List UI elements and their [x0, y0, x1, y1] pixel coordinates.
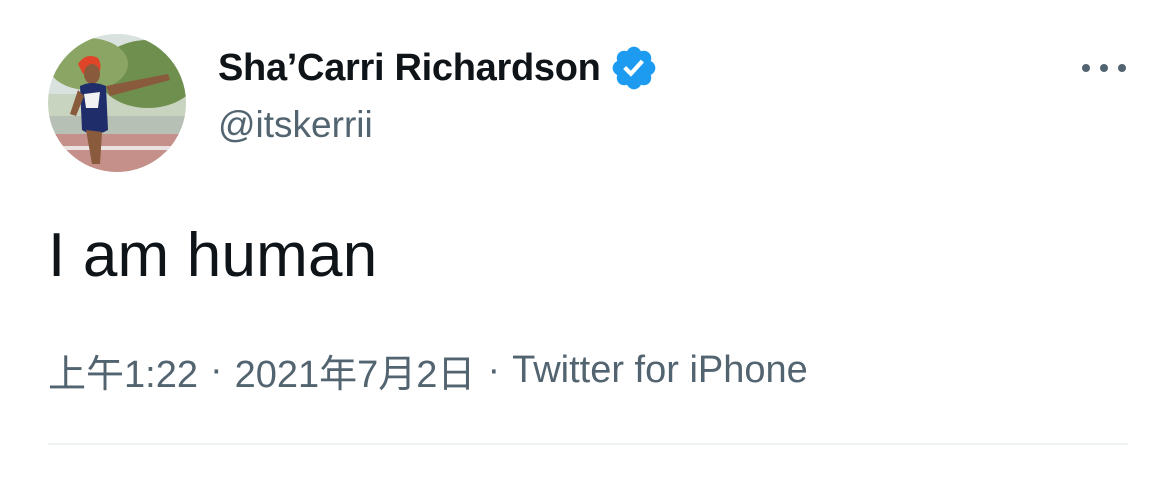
avatar[interactable] [48, 34, 186, 172]
meta-separator: · [487, 349, 501, 391]
tweet-source[interactable]: Twitter for iPhone [512, 349, 808, 392]
author-name-row: Sha’Carri Richardson [218, 42, 659, 94]
tweet-date[interactable]: 2021年7月2日 [235, 343, 476, 398]
author-display-name[interactable]: Sha’Carri Richardson [218, 47, 601, 90]
verified-badge-icon [609, 43, 659, 93]
more-dot [1118, 64, 1126, 72]
tweet-time[interactable]: 上午1:22 [48, 343, 198, 398]
more-options-icon[interactable] [1082, 58, 1126, 78]
author-handle[interactable]: @itskerrii [218, 104, 373, 146]
profile-photo-avatar [48, 34, 186, 172]
tweet-text: I am human [48, 221, 378, 290]
meta-separator: · [209, 349, 223, 391]
more-dot [1100, 64, 1108, 72]
divider [48, 443, 1128, 445]
tweet-card: Sha’Carri Richardson @itskerrii I am hum… [0, 0, 1176, 478]
tweet-metadata: 上午1:22 · 2021年7月2日 · Twitter for iPhone [48, 343, 808, 398]
more-dot [1082, 64, 1090, 72]
